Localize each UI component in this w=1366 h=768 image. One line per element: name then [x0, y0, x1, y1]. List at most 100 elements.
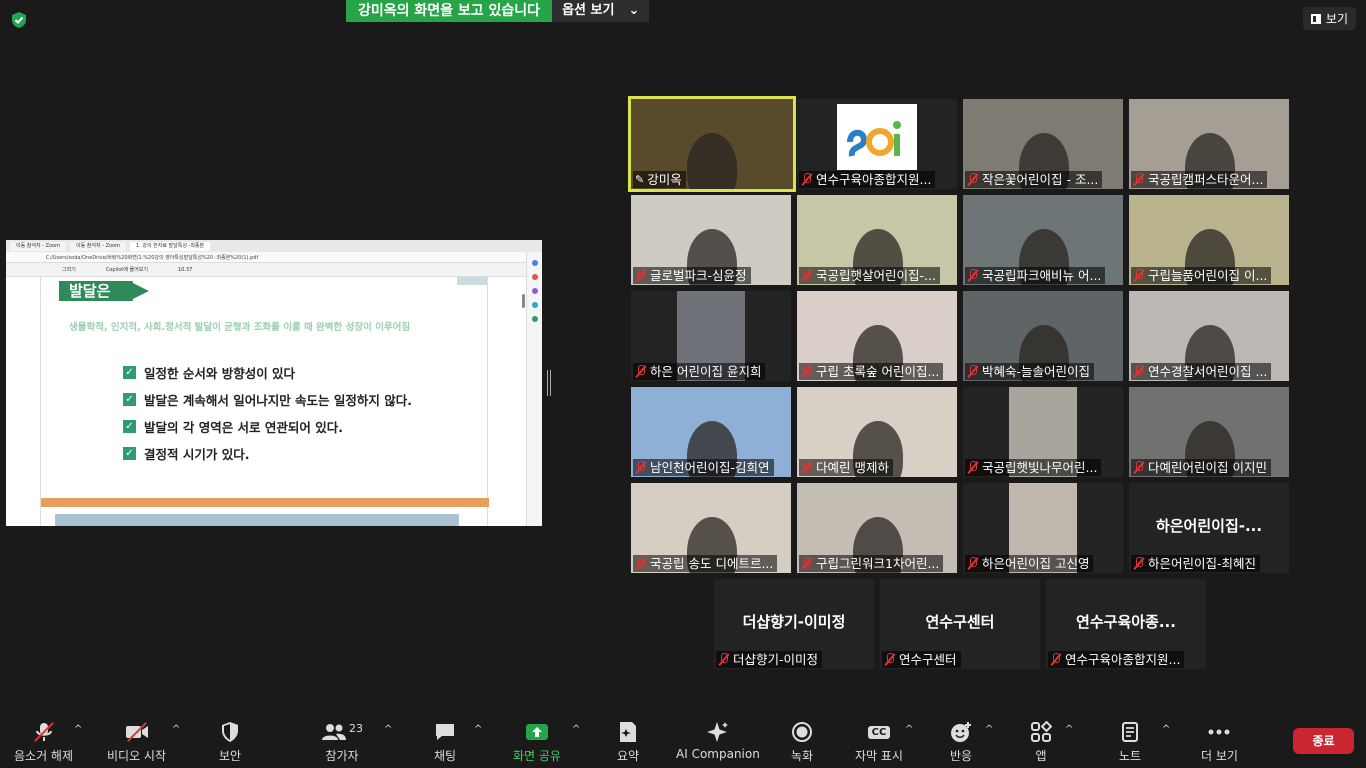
slide-bullet-text: 발달의 각 영역은 서로 연관되어 있다.: [144, 420, 344, 435]
layout-splitter-handle[interactable]: [547, 370, 551, 396]
participant-tile[interactable]: 국공립파크애비뉴 어...: [963, 195, 1123, 285]
participant-tile[interactable]: 다예린 맹제하: [797, 387, 957, 477]
participant-tile[interactable]: 연수경찰서어린이집 ...: [1129, 291, 1289, 381]
more-button[interactable]: 더 보기: [1201, 720, 1238, 764]
apps-label: 앱: [1035, 749, 1047, 763]
checkbox-icon: ✓: [123, 366, 136, 379]
participant-name: 강미옥: [647, 172, 682, 187]
summary-label: 요약: [616, 749, 640, 763]
participant-name: 연수구육아종합지원...: [1065, 652, 1181, 667]
slide-bullet: ✓ 발달의 각 영역은 서로 연관되어 있다.: [123, 413, 412, 440]
participant-tile[interactable]: 더샵향기-이미정 더샵향기-이미정: [714, 579, 874, 669]
end-meeting-button[interactable]: 종료: [1293, 728, 1354, 754]
participant-tile[interactable]: 작은꽃어린이집 - 조...: [963, 99, 1123, 189]
more-label: 더 보기: [1201, 749, 1238, 763]
participant-tile[interactable]: ✎ 강미옥: [628, 96, 796, 192]
browser-tab: 이동 참석자 - Zoom: [10, 241, 66, 251]
zoom-meeting-window: 강미옥의 화면을 보고 있습니다 옵션 보기 ⌄ 보기 이동 참석자 - Zoo…: [0, 0, 1366, 768]
participant-name-tag: 국공립캠퍼스타운어...: [1131, 171, 1268, 188]
participant-display-name: 하은어린이집-...: [1155, 517, 1263, 535]
participant-display-name: 더샵향기-이미정: [742, 613, 846, 631]
chevron-up-icon[interactable]: ^: [905, 724, 913, 735]
muted-mic-icon: [801, 557, 813, 570]
participant-name-tag: 하은 어린이집 윤지희: [633, 363, 766, 380]
notes-button[interactable]: 노트: [1117, 720, 1143, 764]
participant-tile[interactable]: 글로벌파크-심윤정: [631, 195, 791, 285]
chevron-up-icon[interactable]: ^: [985, 724, 993, 735]
participants-button[interactable]: 23 참가자: [317, 720, 367, 764]
reactions-button[interactable]: 반응: [948, 720, 974, 764]
chevron-up-icon[interactable]: ^: [74, 724, 82, 735]
chat-label: 채팅: [433, 749, 457, 763]
pdf-scrollbar[interactable]: [522, 294, 525, 308]
participant-name: 남인천어린이집-김희연: [650, 460, 770, 475]
participant-name-tag: 남인천어린이집-김희연: [633, 459, 774, 476]
shared-screen[interactable]: 이동 참석자 - Zoom 이동 참석자 - Zoom 1. 강의 한자료 발달…: [6, 240, 542, 526]
more-dots-icon: [1206, 720, 1232, 744]
participant-tile[interactable]: 국공립 송도 디에트르...: [631, 483, 791, 573]
encryption-shield-icon[interactable]: [10, 11, 28, 29]
apps-button[interactable]: 앱: [1028, 720, 1054, 764]
organization-logo: [837, 104, 917, 170]
participant-tile[interactable]: 남인천어린이집-김희연: [631, 387, 791, 477]
participant-name: 더샵향기-이미정: [733, 652, 819, 667]
notes-label: 노트: [1118, 749, 1142, 763]
participant-tile[interactable]: 연수구육아종합지원...: [797, 99, 957, 189]
participant-tile[interactable]: 구립늘품어린이집 이...: [1129, 195, 1289, 285]
share-screen-button[interactable]: 화면 공유: [513, 720, 561, 764]
participant-name-tag: 하은어린이집 고신영: [965, 555, 1094, 572]
view-options-button[interactable]: 옵션 보기 ⌄: [552, 0, 650, 22]
participant-tile[interactable]: 연수구센터 연수구센터: [880, 579, 1040, 669]
ai-companion-button[interactable]: AI Companion: [676, 720, 760, 761]
participant-name-tag: 연수구육아종합지원...: [799, 171, 936, 188]
participant-tile[interactable]: 하은어린이집 고신영: [963, 483, 1123, 573]
record-button[interactable]: 녹화: [789, 720, 815, 764]
muted-mic-icon: [967, 461, 979, 474]
chevron-up-icon[interactable]: ^: [474, 724, 482, 735]
participant-name-tag: 연수구센터: [882, 651, 961, 668]
view-layout-button[interactable]: 보기: [1302, 7, 1356, 30]
sidebar-games-icon[interactable]: [531, 288, 538, 294]
participant-name-tag: 더샵향기-이미정: [716, 651, 823, 668]
start-video-button[interactable]: 비디오 시작: [107, 720, 166, 764]
sidebar-shopping-icon[interactable]: [531, 274, 538, 280]
participant-tile[interactable]: 구립 초록숲 어린이집...: [797, 291, 957, 381]
participant-tile[interactable]: 하은어린이집-... 하은어린이집-최혜진: [1129, 483, 1289, 573]
chevron-up-icon[interactable]: ^: [572, 724, 580, 735]
checkbox-icon: ✓: [123, 447, 136, 460]
participant-tile[interactable]: 박혜숙-늘솔어린이집: [963, 291, 1123, 381]
sidebar-tools-icon[interactable]: [531, 316, 538, 322]
participant-tile[interactable]: 하은 어린이집 윤지희: [631, 291, 791, 381]
participant-tile[interactable]: 다예린어린이집 이지민: [1129, 387, 1289, 477]
participant-tile[interactable]: 구립그린워크1차어린...: [797, 483, 957, 573]
security-button[interactable]: 보안: [217, 720, 243, 764]
chevron-up-icon[interactable]: ^: [1162, 724, 1170, 735]
muted-mic-icon: [801, 269, 813, 282]
participant-tile[interactable]: 국공립햇살어린이집-...: [797, 195, 957, 285]
notes-icon: [1117, 720, 1143, 744]
participant-name: 연수구센터: [899, 652, 957, 667]
participant-tile[interactable]: 국공립햇빛나무어린...: [963, 387, 1123, 477]
sidebar-search-icon[interactable]: [531, 260, 538, 266]
participant-name: 국공립햇빛나무어린...: [982, 460, 1098, 475]
participant-name-tag: 연수구육아종합지원...: [1048, 651, 1185, 668]
meeting-toolbar: 음소거 해제 ^ 비디오 시작 ^ 보안 23 참가자 ^ 채팅 ^ 화면 공유…: [0, 712, 1366, 768]
chat-button[interactable]: 채팅: [432, 720, 458, 764]
chevron-up-icon[interactable]: ^: [1065, 724, 1073, 735]
participant-tile[interactable]: 국공립캠퍼스타운어...: [1129, 99, 1289, 189]
captions-button[interactable]: CC 자막 표시: [855, 720, 903, 764]
summary-button[interactable]: 요약: [615, 720, 641, 764]
muted-mic-icon: [635, 365, 647, 378]
sidebar-outlook-icon[interactable]: [531, 302, 538, 308]
muted-mic-icon: [1133, 461, 1145, 474]
unmute-button[interactable]: 음소거 해제: [14, 720, 73, 764]
muted-mic-icon: [967, 365, 979, 378]
participant-tile[interactable]: 연수구육아종... 연수구육아종합지원...: [1046, 579, 1206, 669]
chevron-up-icon[interactable]: ^: [172, 724, 180, 735]
pin-icon: ✎: [635, 173, 645, 186]
chevron-up-icon[interactable]: ^: [384, 724, 392, 735]
participant-display-name: 연수구육아종...: [1076, 613, 1176, 631]
muted-mic-icon: [635, 269, 647, 282]
participant-name-tag: 구립그린워크1차어린...: [799, 555, 944, 572]
participant-name-tag: 국공립파크애비뉴 어...: [965, 267, 1106, 284]
